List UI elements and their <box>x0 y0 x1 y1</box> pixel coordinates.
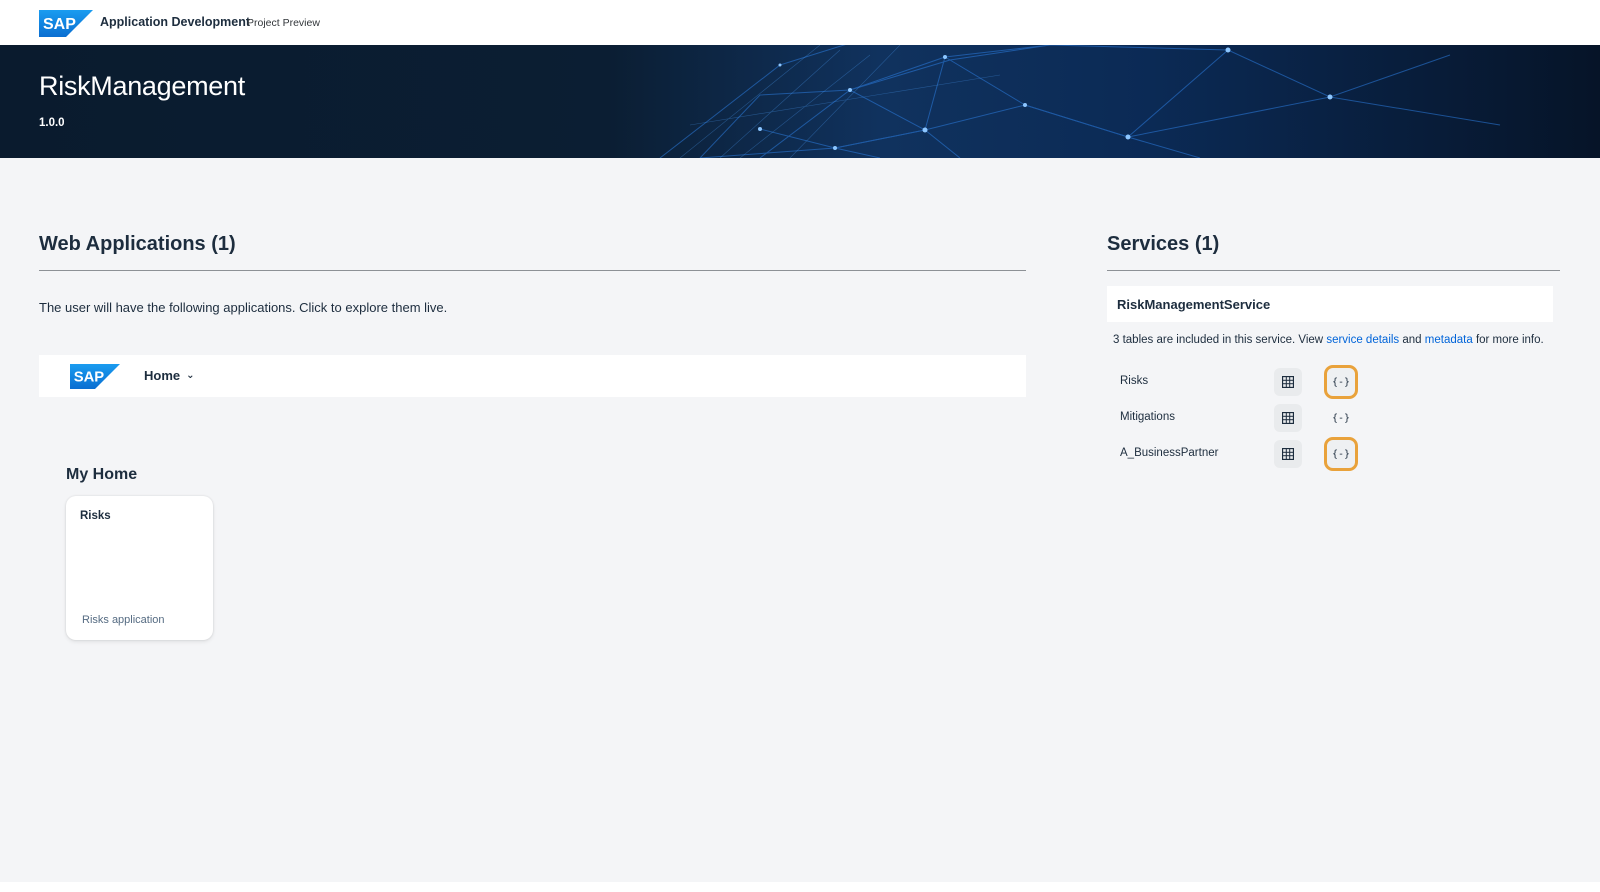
service-desc-and: and <box>1402 334 1422 346</box>
tile-subtitle: Risks application <box>82 614 165 626</box>
api-braces-icon[interactable]: {-} <box>1324 365 1358 399</box>
app-subtitle: Project Preview <box>247 17 320 29</box>
service-description: 3 tables are included in this service. V… <box>1113 334 1544 346</box>
home-menu-button[interactable]: Home ⌄ <box>144 368 195 383</box>
table-grid-icon[interactable] <box>1274 404 1302 432</box>
web-applications-heading: Web Applications (1) <box>39 233 236 255</box>
project-title: RiskManagement <box>39 71 245 101</box>
web-applications-intro: The user will have the following applica… <box>39 300 448 315</box>
my-home-heading: My Home <box>66 466 138 483</box>
svg-text:SAP: SAP <box>43 16 76 33</box>
svg-text:SAP: SAP <box>74 370 105 386</box>
chevron-down-icon: ⌄ <box>186 370 195 381</box>
home-menu-label: Home <box>144 368 181 383</box>
service-desc-text: 3 tables are included in this service. V… <box>1113 334 1324 346</box>
divider <box>39 270 1026 271</box>
table-name-risks: Risks <box>1120 375 1149 387</box>
service-desc-suffix: for more info. <box>1475 334 1544 346</box>
metadata-link[interactable]: metadata <box>1425 334 1473 346</box>
shell-bar: SAP Application Development Project Prev… <box>0 0 1600 45</box>
sap-logo[interactable]: SAP <box>39 10 93 37</box>
app-title: Application Development <box>100 15 251 29</box>
table-grid-icon[interactable] <box>1274 368 1302 396</box>
table-name-mitigations: Mitigations <box>1120 411 1175 423</box>
risks-app-tile[interactable]: Risks Risks application <box>66 496 213 640</box>
api-braces-icon[interactable]: {-} <box>1327 404 1355 432</box>
sap-logo[interactable]: SAP <box>70 364 120 389</box>
footer-strip <box>0 882 1600 892</box>
service-name: RiskManagementService <box>1117 297 1271 312</box>
api-braces-icon[interactable]: {-} <box>1324 437 1358 471</box>
services-heading: Services (1) <box>1107 233 1220 255</box>
service-details-link[interactable]: service details <box>1326 334 1399 346</box>
table-grid-icon[interactable] <box>1274 440 1302 468</box>
service-card: RiskManagementService <box>1107 286 1553 322</box>
table-name-business-partner: A_BusinessPartner <box>1120 447 1219 459</box>
tile-title: Risks <box>80 510 111 522</box>
project-version: 1.0.0 <box>39 117 65 129</box>
app-preview-shellbar: SAP Home ⌄ <box>39 355 1026 397</box>
divider <box>1107 270 1560 271</box>
hero-banner: RiskManagement 1.0.0 <box>0 45 1600 158</box>
main-content: Web Applications (1) The user will have … <box>0 158 1600 882</box>
